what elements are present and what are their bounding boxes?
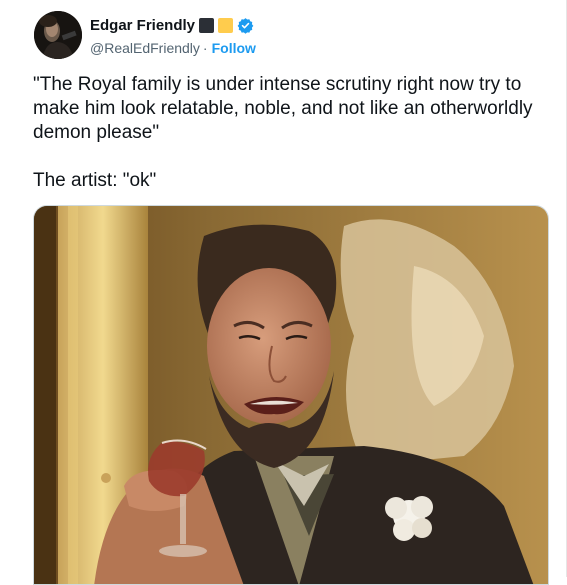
avatar[interactable] <box>34 11 82 59</box>
tweet: Edgar Friendly @RealEdFriendly · Follow … <box>0 0 567 585</box>
handle-row: @RealEdFriendly · Follow <box>90 38 256 58</box>
verified-badge-icon <box>237 17 254 34</box>
separator-dot: · <box>202 40 208 56</box>
name-row: Edgar Friendly <box>90 14 254 36</box>
tweet-photo[interactable] <box>33 205 549 585</box>
display-name[interactable]: Edgar Friendly <box>90 17 195 34</box>
follow-button[interactable]: Follow <box>212 40 256 56</box>
tweet-text: "The Royal family is under intense scrut… <box>33 74 533 191</box>
yellow-square-icon <box>218 17 234 33</box>
black-square-icon <box>199 17 215 33</box>
user-handle[interactable]: @RealEdFriendly <box>90 40 200 56</box>
